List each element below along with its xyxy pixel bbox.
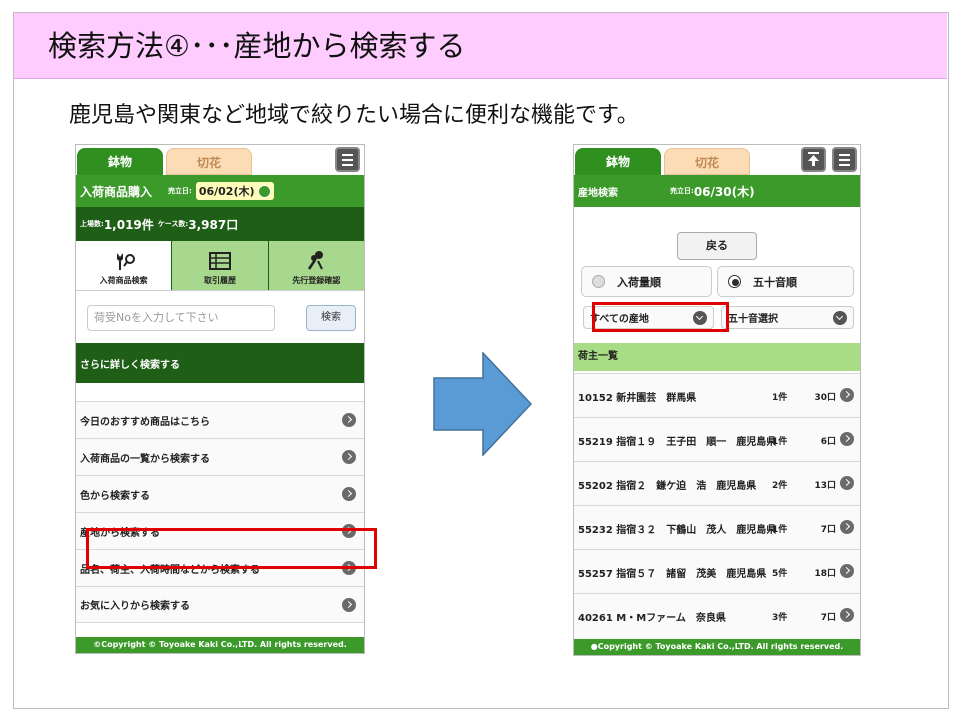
list-item[interactable]: お気に入りから検索する <box>76 586 364 623</box>
tab-history[interactable]: 取引履歴 <box>172 241 269 290</box>
category-tabs: 鉢物 切花 <box>76 145 364 175</box>
chevron-right-icon <box>840 388 854 402</box>
menu-icon[interactable] <box>832 147 857 172</box>
advanced-search-bar[interactable]: さらに詳しく検索する <box>76 343 364 383</box>
tab-mineral[interactable]: 鉢物 <box>77 148 163 175</box>
sort-by-volume[interactable]: 入荷量順 <box>581 266 712 297</box>
listing-value: 1,019件 <box>103 217 154 232</box>
tab-label: 先行登録確認 <box>292 276 341 285</box>
radio-icon <box>592 275 605 288</box>
case-label: ケース数: <box>157 220 189 228</box>
chevron-down-icon <box>257 184 271 198</box>
chevron-right-icon <box>840 520 854 534</box>
list-item[interactable]: 入荷商品の一覧から検索する <box>76 438 364 475</box>
footer: ©Copyright © Toyoake Kaki Co.,LTD. All r… <box>76 637 364 653</box>
list-item[interactable]: 色から検索する <box>76 475 364 512</box>
auction-hammer-icon <box>308 251 324 270</box>
page-title: 入荷商品購入 <box>80 184 153 199</box>
date-label: 売立日: <box>168 187 192 195</box>
right-phone-screen: 鉢物 切花 産地検索 売立日: 06/30(木) 戻る 入荷量順 五十音順 すべ… <box>573 144 861 656</box>
chevron-down-icon <box>833 311 847 325</box>
tab-arrival-search[interactable]: 入荷商品検索 <box>76 241 173 290</box>
page-header: 産地検索 売立日: 06/30(木) <box>574 175 860 207</box>
tab-cut-flower[interactable]: 切花 <box>166 148 252 175</box>
chevron-right-icon <box>342 413 356 427</box>
date-label: 売立日: <box>670 187 694 195</box>
slide-subtitle: 鹿児島や関東など地域で絞りたい場合に便利な機能です。 <box>69 103 639 128</box>
chevron-right-icon <box>840 564 854 578</box>
table-row[interactable]: 10152 新井園芸 群馬県 1件 30口 <box>574 373 860 417</box>
table-row[interactable]: 55257 指宿５７ 諸留 茂美 鹿児島県 5件 18口 <box>574 549 860 593</box>
chevron-right-icon <box>840 608 854 622</box>
page-header: 入荷商品購入 売立日: 06/02(木) <box>76 175 364 207</box>
kana-select[interactable]: 五十音選択 <box>721 306 854 329</box>
radio-selected-icon <box>728 275 741 288</box>
date-value: 06/02(木) <box>198 185 255 198</box>
slide-title: 検索方法④･･･産地から検索する <box>14 13 947 79</box>
arrow-right-icon <box>433 352 533 456</box>
page-title: 産地検索 <box>578 187 618 199</box>
tab-label: 入荷商品検索 <box>99 276 148 285</box>
back-button[interactable]: 戻る <box>677 232 757 260</box>
search-row: 荷受Noを入力して下さい 検索 <box>76 291 364 343</box>
list-item[interactable]: 今日のおすすめ商品はこちら <box>76 401 364 438</box>
table-row[interactable]: 55202 指宿２ 鎌ケ迫 浩 鹿児島県 2件 13口 <box>574 461 860 505</box>
table-row[interactable]: 55219 指宿１９ 王子田 順一 鹿児島県 1件 6口 <box>574 417 860 461</box>
date-value: 06/30(木) <box>693 184 755 199</box>
tab-label: 取引履歴 <box>203 276 236 285</box>
table-row[interactable]: 40261 M・Mファーム 奈良県 3件 7口 <box>574 593 860 639</box>
table-row[interactable]: 55232 指宿３２ 下鶴山 茂人 鹿児島県 1件 7口 <box>574 505 860 549</box>
stats-bar: 上場数: 1,019件 ケース数: 3,987口 <box>76 207 364 241</box>
footer: ●Copyright © Toyoake Kaki Co.,LTD. All r… <box>574 639 860 655</box>
date-select[interactable]: 06/02(木) <box>195 182 274 200</box>
scroll-top-icon[interactable] <box>801 147 826 172</box>
search-input[interactable]: 荷受Noを入力して下さい <box>87 305 275 331</box>
search-button[interactable]: 検索 <box>306 305 356 331</box>
chevron-right-icon <box>840 432 854 446</box>
highlight-box <box>592 302 729 332</box>
menu-icon[interactable] <box>335 147 360 172</box>
function-tabs: 入荷商品検索 取引履歴 先行登録確認 <box>76 241 364 291</box>
chevron-right-icon <box>840 476 854 490</box>
chevron-right-icon <box>342 487 356 501</box>
list-header: 荷主一覧 <box>574 343 860 371</box>
menu-list: 今日のおすすめ商品はこちら 入荷商品の一覧から検索する 色から検索する 産地から… <box>76 401 364 623</box>
tab-preregistration[interactable]: 先行登録確認 <box>268 241 364 290</box>
flower-search-icon <box>116 253 135 270</box>
highlight-box <box>86 528 377 569</box>
chevron-right-icon <box>342 450 356 464</box>
tab-mineral[interactable]: 鉢物 <box>575 148 661 175</box>
listing-label: 上場数: <box>80 220 104 228</box>
case-value: 3,987口 <box>188 217 239 232</box>
tab-cut-flower[interactable]: 切花 <box>664 148 750 175</box>
sort-by-kana[interactable]: 五十音順 <box>717 266 854 297</box>
chevron-right-icon <box>342 598 356 612</box>
category-tabs: 鉢物 切花 <box>574 145 860 175</box>
left-phone-screen: 鉢物 切花 入荷商品購入 売立日: 06/02(木) 上場数: 1,019件 ケ… <box>75 144 365 654</box>
table-icon <box>208 252 231 270</box>
